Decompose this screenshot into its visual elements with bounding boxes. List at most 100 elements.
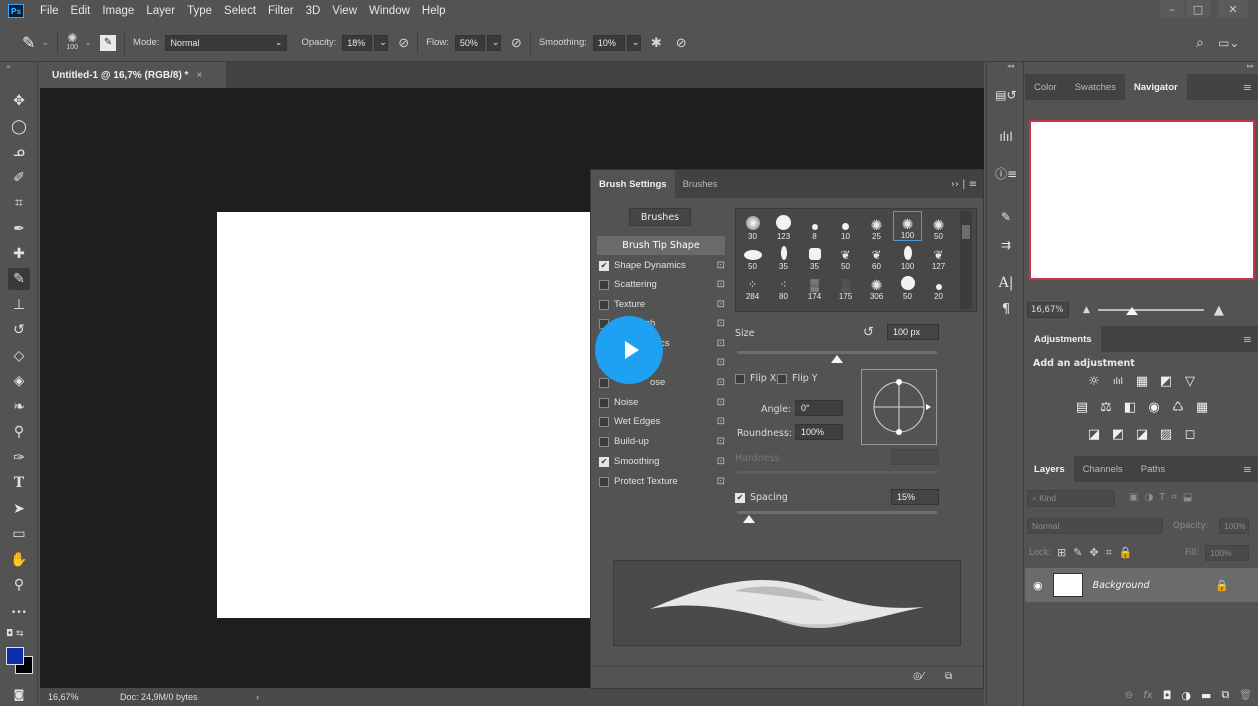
flow-dropdown[interactable]: ⌄ xyxy=(486,34,501,51)
eyedropper-tool-icon[interactable]: ✒ xyxy=(8,218,30,240)
paint-bucket-tool-icon[interactable]: ◈ xyxy=(8,370,30,392)
flip-y-option[interactable]: Flip Y xyxy=(777,373,818,384)
minimize-button[interactable]: – xyxy=(1160,0,1184,18)
checkbox[interactable] xyxy=(599,377,609,388)
status-menu-arrow[interactable]: › xyxy=(256,692,259,702)
expand-icon[interactable]: ▸▸ xyxy=(1247,62,1254,70)
navigator-zoom-input[interactable]: 16,67% xyxy=(1027,302,1069,318)
workspace-icon[interactable]: ▭⌄ xyxy=(1218,36,1239,50)
fill-input[interactable]: 100% xyxy=(1205,545,1249,561)
menu-help[interactable]: Help xyxy=(422,5,446,17)
checkbox[interactable] xyxy=(735,373,745,384)
document-tab[interactable]: Untitled-1 @ 16,7% (RGB/8) * × xyxy=(40,62,226,88)
brush-tip[interactable]: 100 xyxy=(893,241,922,271)
search-icon[interactable]: ⌕ xyxy=(1196,34,1204,51)
tab-channels[interactable]: Channels xyxy=(1074,456,1132,482)
option-protect-texture[interactable]: Protect Texture ⊡ xyxy=(599,472,725,491)
flip-x-option[interactable]: Flip X xyxy=(735,373,776,384)
navigator-zoom-slider[interactable] xyxy=(1097,307,1204,315)
black-white-icon[interactable]: ◧ xyxy=(1122,401,1138,415)
checkbox[interactable] xyxy=(599,476,609,487)
lock-icon[interactable]: 🔒 xyxy=(1215,579,1229,592)
toggle-bristle-preview-icon[interactable]: ◎⁄ xyxy=(913,671,923,682)
brush-tip[interactable]: ✺ 50 xyxy=(924,211,953,241)
chevron-down-icon[interactable]: ⌄ xyxy=(84,37,92,48)
pressure-opacity-icon[interactable]: ⊘ xyxy=(398,35,409,51)
pressure-size-icon[interactable]: ⊘ xyxy=(676,35,687,51)
brushes-button[interactable]: Brushes xyxy=(629,208,691,226)
character-panel-icon[interactable]: A| xyxy=(995,272,1017,294)
brush-tip-selected[interactable]: ✺ 100 xyxy=(893,211,922,241)
brush-settings-toggle-icon[interactable]: ✎ xyxy=(100,34,117,51)
link-layers-icon[interactable]: ⊖ xyxy=(1125,690,1133,701)
brush-settings-panel-icon[interactable]: ✎ xyxy=(995,206,1017,228)
brush-tip[interactable]: ❦ 127 xyxy=(924,241,953,271)
menu-edit[interactable]: Edit xyxy=(71,5,91,17)
gear-icon[interactable]: ✱ xyxy=(651,35,662,51)
brightness-contrast-icon[interactable]: ☼ xyxy=(1086,375,1102,389)
gradient-map-icon[interactable]: ◻ xyxy=(1182,428,1198,442)
brush-tip[interactable]: 10 xyxy=(831,211,860,241)
option-wet-edges[interactable]: Wet Edges ⊡ xyxy=(599,412,725,431)
brush-tip[interactable]: 20 xyxy=(924,271,953,301)
levels-icon[interactable]: ılıl xyxy=(1110,375,1126,389)
rectangle-tool-icon[interactable]: ▭ xyxy=(8,523,30,545)
posterize-icon[interactable]: ◩ xyxy=(1110,428,1126,442)
curves-icon[interactable]: ▦ xyxy=(1134,375,1150,389)
collapse-icon[interactable]: ◂◂ xyxy=(1007,62,1014,70)
layer-row-background[interactable]: ◉ Background 🔒 xyxy=(1025,568,1258,602)
size-input[interactable]: 100 px xyxy=(887,324,939,340)
brush-tool-icon[interactable]: ✎ xyxy=(22,33,35,53)
checkbox[interactable] xyxy=(599,397,609,408)
move-tool-icon[interactable]: ✥ xyxy=(8,90,30,112)
lock-icon[interactable]: ⊡ xyxy=(717,318,725,329)
menu-layer[interactable]: Layer xyxy=(146,5,175,17)
menu-image[interactable]: Image xyxy=(102,5,134,17)
selective-color-icon[interactable]: ▨ xyxy=(1158,428,1174,442)
tab-brushes[interactable]: Brushes xyxy=(675,170,726,198)
hand-tool-icon[interactable]: ✋ xyxy=(8,549,30,571)
brush-tip[interactable]: ❦ 60 xyxy=(862,241,891,271)
zoom-tool-icon[interactable]: ⚲ xyxy=(8,574,30,596)
brush-preset-picker[interactable]: ✺ 100 xyxy=(66,32,78,52)
mode-select[interactable]: Normal ⌄ xyxy=(165,34,288,51)
zoom-out-icon[interactable]: ▲ xyxy=(1083,305,1090,315)
spacing-slider-thumb[interactable] xyxy=(743,515,755,523)
color-balance-icon[interactable]: ⚖ xyxy=(1098,401,1114,415)
photo-filter-icon[interactable]: ◉ xyxy=(1146,401,1162,415)
brush-tip-shape-item[interactable]: Brush Tip Shape xyxy=(597,236,725,255)
hue-saturation-icon[interactable]: ▤ xyxy=(1074,401,1090,415)
brush-tip[interactable]: ✺ 306 xyxy=(862,271,891,301)
brush-tip[interactable]: ✺ 25 xyxy=(862,211,891,241)
layer-opacity-input[interactable]: 100% xyxy=(1219,518,1249,534)
vibrance-icon[interactable]: ▽ xyxy=(1182,375,1198,389)
flow-input[interactable]: 50% xyxy=(454,34,485,51)
brush-tip[interactable]: 123 xyxy=(769,211,798,241)
eye-icon[interactable]: ◉ xyxy=(1033,579,1043,592)
spacing-slider[interactable] xyxy=(737,511,937,514)
brush-tip[interactable]: 35 xyxy=(800,241,829,271)
marquee-tool-icon[interactable]: ◯ xyxy=(8,116,30,138)
channel-mixer-icon[interactable]: ♺ xyxy=(1170,401,1186,415)
spacing-option[interactable]: ✔ Spacing xyxy=(735,492,788,503)
menu-window[interactable]: Window xyxy=(369,5,410,17)
lock-icon[interactable]: ⊡ xyxy=(717,299,725,310)
layer-filter-kind[interactable]: ⌕ Kind xyxy=(1027,490,1115,507)
tab-paths[interactable]: Paths xyxy=(1132,456,1174,482)
histogram-panel-icon[interactable]: ılıl xyxy=(995,126,1017,148)
tab-layers[interactable]: Layers xyxy=(1025,456,1074,482)
maximize-button[interactable]: □ xyxy=(1186,0,1210,18)
menu-3d[interactable]: 3D xyxy=(306,5,321,17)
quick-mask-icon[interactable]: ◙ xyxy=(8,683,30,705)
brush-tip[interactable]: ⁖ 80 xyxy=(769,271,798,301)
pen-tool-icon[interactable]: ✑ xyxy=(8,447,30,469)
opacity-dropdown[interactable]: ⌄ xyxy=(374,34,389,51)
option-shape-dynamics[interactable]: ✔ Shape Dynamics ⊡ xyxy=(599,256,725,275)
brush-tip[interactable]: 35 xyxy=(769,241,798,271)
lock-icon[interactable]: ⊡ xyxy=(717,476,725,487)
brush-tip[interactable]: 50 xyxy=(738,241,767,271)
blend-mode-select[interactable]: Normal xyxy=(1027,518,1163,534)
zoom-slider-thumb[interactable] xyxy=(1125,307,1138,315)
path-selection-tool-icon[interactable]: ➤ xyxy=(8,498,30,520)
play-video-button[interactable] xyxy=(595,316,663,384)
